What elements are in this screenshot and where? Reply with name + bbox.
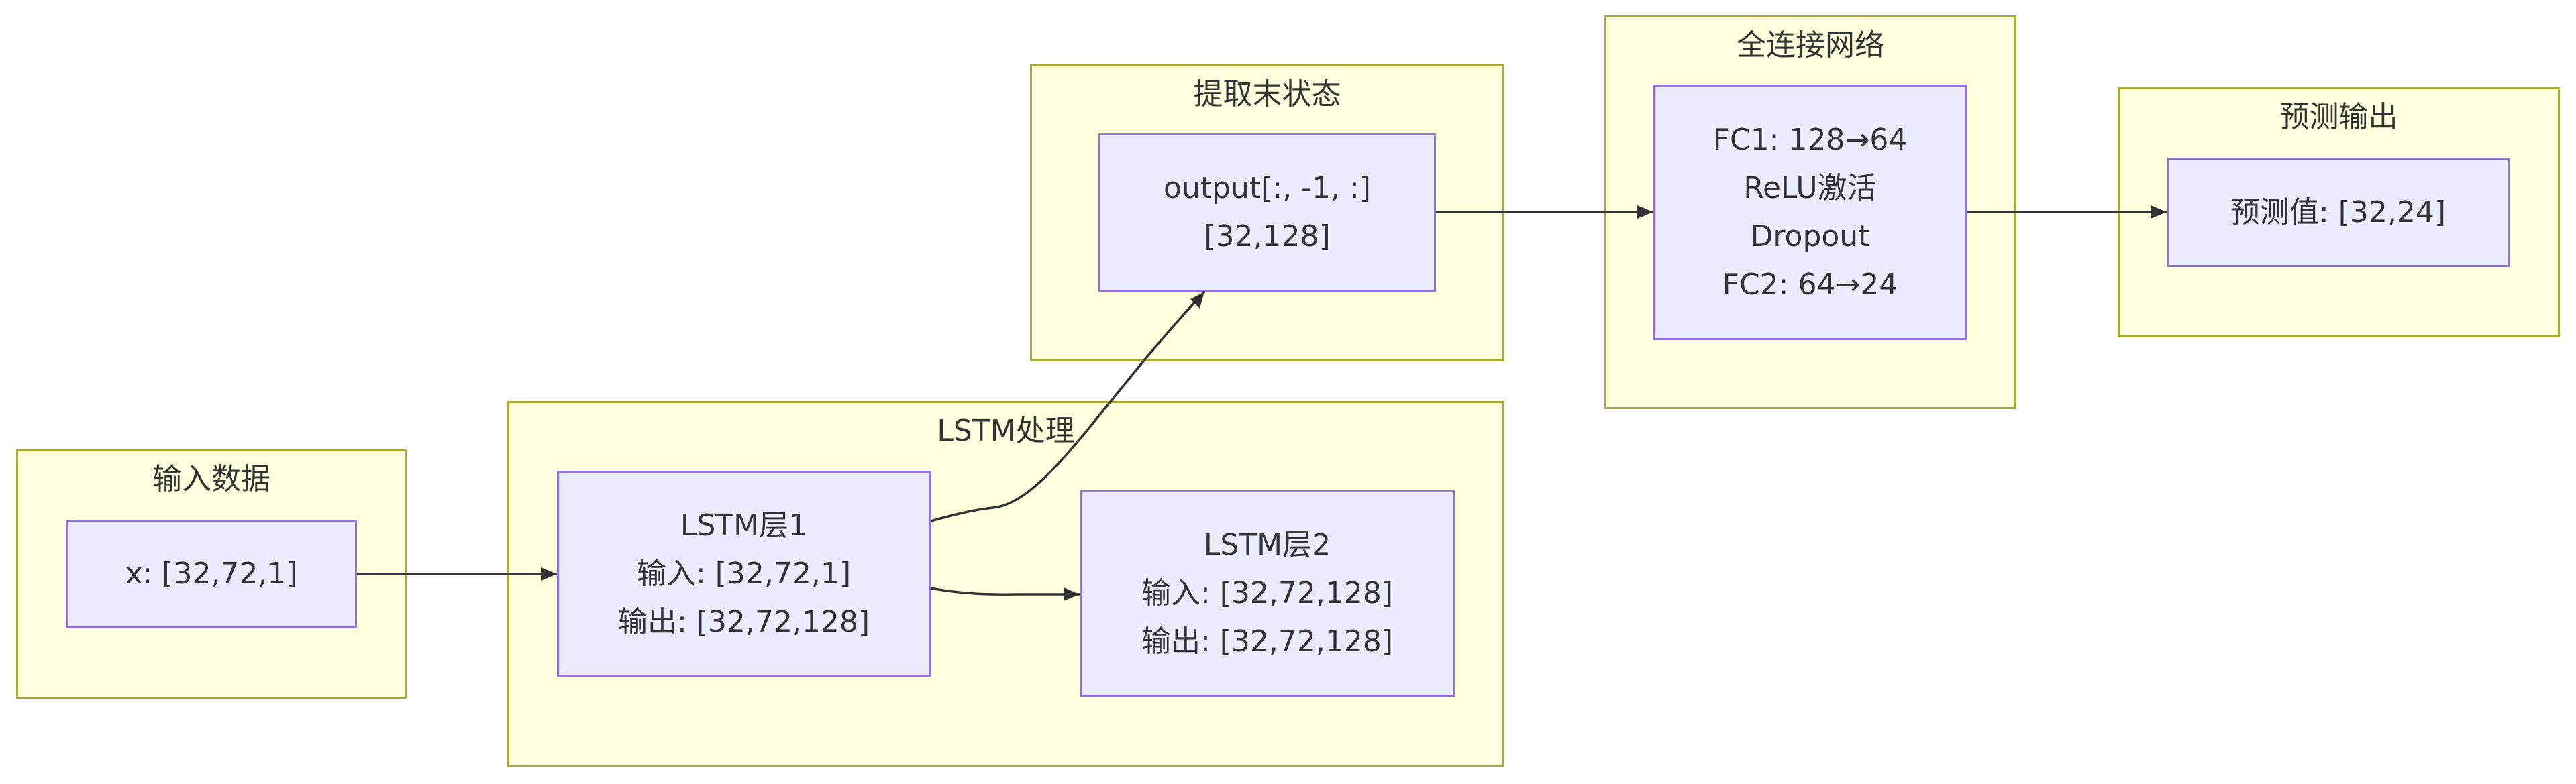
node-input-x: x: [32,72,1] — [66, 520, 357, 628]
node-last-state-line-1: output[:, -1, :] — [1164, 171, 1371, 205]
node-input-x-line-1: x: [32,72,1] — [125, 557, 298, 591]
node-lstm-layer-1-line-1: LSTM层1 — [680, 508, 808, 543]
node-lstm-layer-1-line-2: 输入: [32,72,1] — [636, 556, 852, 591]
cluster-pred-title: 预测输出 — [2279, 100, 2398, 134]
cluster-fc-title: 全连接网络 — [1737, 28, 1884, 62]
node-fc-network: FC1: 128→64 ReLU激活 Dropout FC2: 64→24 — [1653, 85, 1967, 340]
node-lstm-layer-1: LSTM层1 输入: [32,72,1] 输出: [32,72,128] — [557, 471, 931, 677]
lstm-flowchart: 输入数据 LSTM处理 提取末状态 全连接网络 预测输出 x: [32,72,1… — [0, 0, 2576, 784]
node-lstm-layer-1-line-3: 输出: [32,72,128] — [617, 604, 870, 639]
cluster-lstm-title: LSTM处理 — [937, 414, 1075, 448]
node-lstm-layer-2-line-2: 输入: [32,72,128] — [1141, 576, 1394, 610]
node-lstm-layer-2: LSTM层2 输入: [32,72,128] 输出: [32,72,128] — [1080, 490, 1455, 697]
node-last-state: output[:, -1, :] [32,128] — [1098, 133, 1436, 292]
node-fc-network-line-1: FC1: 128→64 — [1712, 122, 1908, 157]
node-lstm-layer-2-line-3: 输出: [32,72,128] — [1141, 624, 1394, 659]
cluster-input-title: 输入数据 — [152, 462, 270, 496]
node-fc-network-line-3: Dropout — [1750, 219, 1870, 254]
cluster-extract-title: 提取末状态 — [1193, 77, 1341, 111]
node-fc-network-line-4: FC2: 64→24 — [1722, 267, 1898, 302]
node-fc-network-line-2: ReLU激活 — [1743, 170, 1877, 205]
node-prediction: 预测值: [32,24] — [2167, 158, 2510, 267]
node-prediction-line-1: 预测值: [32,24] — [2230, 194, 2446, 229]
node-lstm-layer-2-line-1: LSTM层2 — [1203, 528, 1331, 562]
node-last-state-line-2: [32,128] — [1204, 219, 1331, 254]
